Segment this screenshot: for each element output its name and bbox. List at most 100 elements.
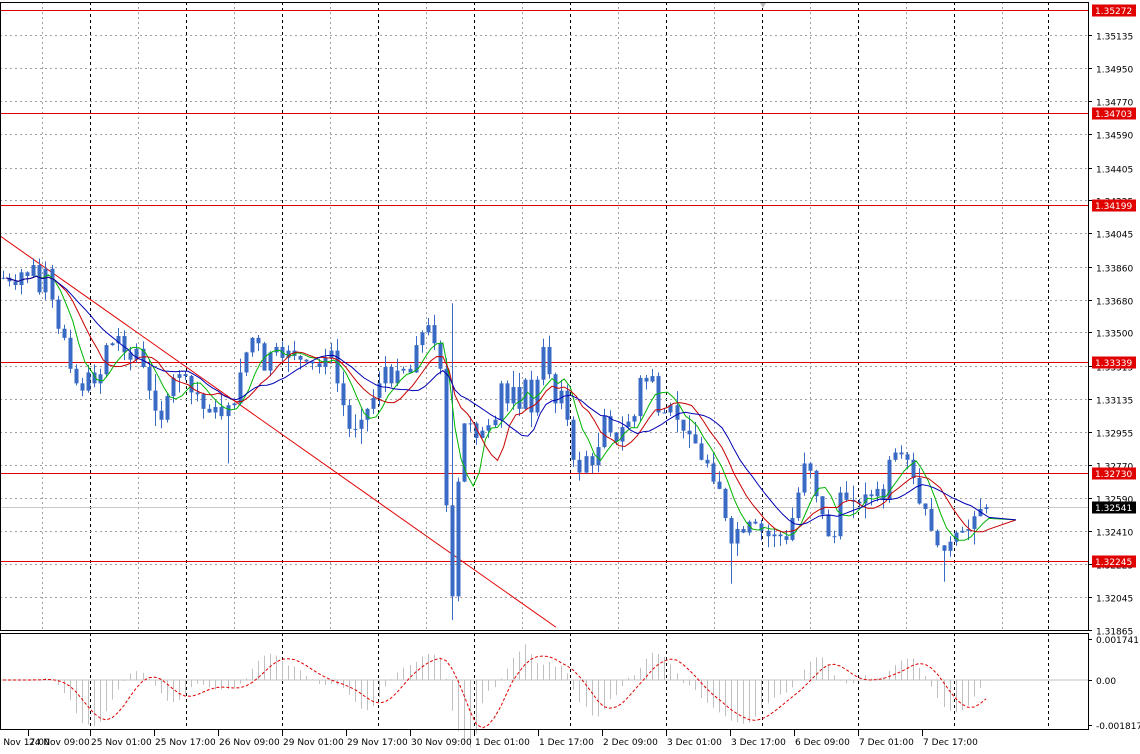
price-bar-body: [547, 346, 552, 375]
level-tag-label: 1.34199: [1095, 202, 1132, 212]
price-bar-body: [335, 350, 340, 384]
price-bar-body: [644, 377, 649, 382]
price-tick-label: 1.33500: [1096, 330, 1133, 340]
price-bar-body: [844, 492, 849, 500]
price-bar-body: [426, 325, 431, 333]
price-bar-body: [68, 337, 73, 369]
price-bar-body: [1, 277, 6, 279]
time-tick-label: 7 Dec 17:00: [923, 738, 978, 748]
price-bar-body: [201, 394, 206, 409]
price-chart[interactable]: 1.351351.349501.347701.345901.344051.342…: [0, 0, 1140, 754]
price-bar-body: [602, 416, 607, 448]
price-bar-body: [207, 408, 212, 413]
price-bar-body: [917, 478, 922, 504]
price-bar-body: [268, 352, 273, 371]
price-bar-body: [468, 423, 473, 425]
price-bar-body: [614, 432, 619, 442]
price-bar-body: [401, 368, 406, 371]
price-bar-body: [244, 352, 249, 373]
price-bar-body: [772, 534, 777, 537]
price-tick-label: 1.33860: [1096, 265, 1133, 275]
price-bar-body: [317, 363, 322, 367]
level-tag-label: 1.32730: [1095, 470, 1132, 480]
price-bar-body: [347, 405, 352, 429]
price-bar-body: [213, 407, 218, 413]
price-tick-label: 1.33135: [1096, 397, 1133, 407]
price-bar-body: [304, 359, 309, 362]
price-bar-body: [596, 447, 601, 466]
price-bar-body: [687, 430, 692, 435]
price-bar-body: [802, 463, 807, 493]
price-bar-body: [31, 265, 36, 276]
price-bar-body: [444, 368, 449, 506]
price-bar-body: [37, 265, 42, 293]
price-bar-body: [499, 383, 504, 420]
price-bar-body: [438, 343, 443, 369]
price-bar-body: [359, 419, 364, 429]
price-bar-body: [948, 541, 953, 551]
price-bar-body: [232, 403, 237, 406]
price-bar-body: [365, 408, 370, 420]
price-bar-body: [741, 528, 746, 533]
price-bar-body: [323, 357, 328, 367]
time-tick-label: 2 Dec 09:00: [603, 738, 658, 748]
oscillator-tick-label: 0.00: [1096, 677, 1116, 687]
price-bar-body: [389, 366, 394, 384]
price-tick-label: 1.34590: [1096, 132, 1133, 142]
time-tick-label: 25 Nov 01:00: [91, 738, 152, 748]
price-bar-body: [784, 536, 789, 540]
price-bar-body: [577, 459, 582, 473]
price-bar-body: [432, 325, 437, 344]
oscillator-tick-label: 0.001741: [1096, 636, 1139, 646]
price-bar-body: [705, 459, 710, 464]
price-bar-body: [820, 496, 825, 515]
time-tick-label: 30 Nov 09:00: [411, 738, 472, 748]
time-tick-label: 29 Nov 01:00: [283, 738, 344, 748]
price-tick-label: 1.32410: [1096, 529, 1133, 539]
price-bar-body: [341, 383, 346, 406]
price-bar-body: [159, 410, 164, 420]
price-bar-body: [875, 488, 880, 497]
price-bar-body: [226, 405, 231, 417]
price-bar-body: [62, 328, 67, 338]
level-tag-label: 1.35272: [1095, 7, 1132, 17]
price-bar-body: [511, 386, 516, 404]
level-tag-label: 1.34703: [1095, 110, 1132, 120]
price-bar-body: [826, 514, 831, 537]
price-bar-body: [43, 268, 48, 293]
price-bar-body: [329, 350, 334, 358]
price-bar-body: [353, 428, 358, 430]
price-bar-body: [808, 463, 813, 471]
price-bar-body: [553, 374, 558, 404]
price-bar-body: [274, 346, 279, 353]
price-bar-body: [56, 299, 61, 329]
price-bar-body: [923, 503, 928, 509]
price-bar-body: [122, 336, 127, 353]
price-bar-body: [171, 377, 176, 397]
current-price-label: 1.32541: [1095, 504, 1132, 514]
time-tick-label: 25 Nov 17:00: [155, 738, 216, 748]
time-tick-label: 24 Nov 09:00: [29, 738, 90, 748]
price-bar-body: [753, 521, 758, 524]
price-bar-body: [420, 332, 425, 346]
price-tick-label: 1.32045: [1096, 595, 1133, 605]
price-bar-body: [383, 366, 388, 384]
price-bar-body: [98, 374, 103, 384]
price-tick-label: 1.34045: [1096, 231, 1133, 241]
time-tick-label: 26 Nov 09:00: [219, 738, 280, 748]
price-bar-body: [195, 392, 200, 395]
level-tag-label: 1.33339: [1095, 359, 1132, 369]
price-bar-body: [984, 507, 989, 509]
oscillator-tick-label: -0.001817: [1096, 722, 1140, 732]
price-bar-body: [256, 337, 261, 344]
price-bar-body: [110, 343, 115, 346]
time-tick-label: 3 Dec 01:00: [667, 738, 722, 748]
price-bar-body: [675, 405, 680, 420]
price-bar-body: [935, 530, 940, 546]
price-bar-body: [972, 516, 977, 529]
price-bar-body: [177, 374, 182, 378]
price-bar-body: [298, 356, 303, 360]
price-bar-body: [147, 366, 152, 391]
price-tick-label: 1.34950: [1096, 66, 1133, 76]
price-tick-label: 1.35135: [1096, 33, 1133, 43]
